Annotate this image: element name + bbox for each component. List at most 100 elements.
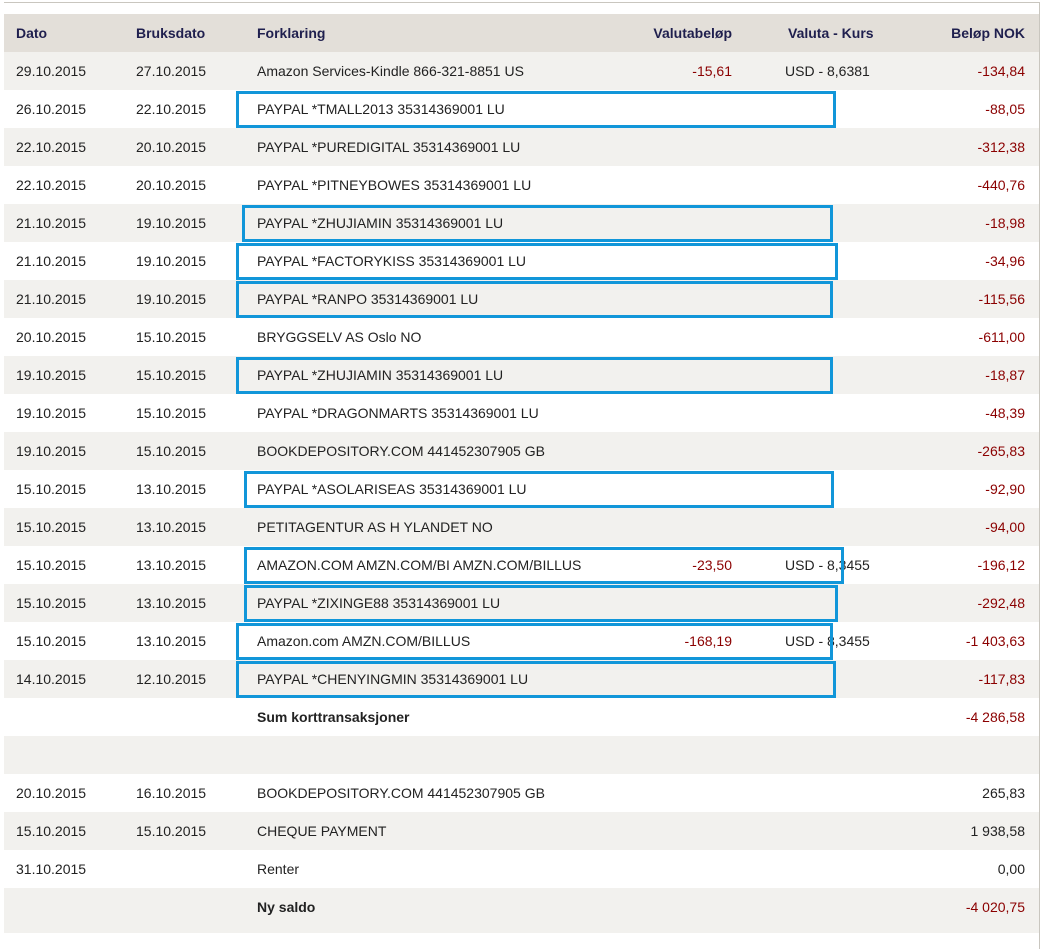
table-row: 19.10.2015 15.10.2015 PAYPAL *ZHUJIAMIN 35… — [4, 356, 1039, 394]
transaction-used-date: 20.10.2015 — [136, 139, 207, 155]
transaction-amount-nok: -1 403,63 — [965, 633, 1025, 649]
transaction-date: 22.10.2015 — [16, 139, 87, 155]
table-row: 26.10.2015 22.10.2015 PAYPAL *TMALL2013 35… — [4, 90, 1039, 128]
transaction-description: PAYPAL *PITNEYBOWES 35314369001 LU — [257, 177, 532, 193]
transaction-used-date: 15.10.2015 — [136, 405, 207, 421]
transaction-date: 20.10.2015 — [16, 785, 87, 801]
transaction-date: 26.10.2015 — [16, 101, 87, 117]
transaction-used-date: 15.10.2015 — [136, 823, 207, 839]
transaction-used-date: 13.10.2015 — [136, 481, 207, 497]
transaction-amount-nok: 0,00 — [997, 861, 1025, 877]
balance-label: Ny saldo — [257, 899, 316, 915]
transaction-amount-nok: -440,76 — [977, 177, 1025, 193]
transaction-table: Dato Bruksdato Forklaring Valutabeløp Va… — [4, 2, 1040, 949]
table-row: 20.10.2015 16.10.2015 BOOKDEPOSITORY.COM 4… — [4, 774, 1039, 812]
transaction-currency-rate: USD - 8,6381 — [785, 63, 870, 79]
transaction-description: BOOKDEPOSITORY.COM 441452307905 GB — [257, 443, 545, 459]
transaction-used-date: 15.10.2015 — [136, 367, 207, 383]
table-row: 15.10.2015 13.10.2015 PETITAGENTUR AS H YL… — [4, 508, 1039, 546]
transaction-used-date: 15.10.2015 — [136, 329, 207, 345]
transaction-used-date: 22.10.2015 — [136, 101, 207, 117]
transaction-description: BOOKDEPOSITORY.COM 441452307905 GB — [257, 785, 545, 801]
transaction-used-date: 12.10.2015 — [136, 671, 207, 687]
table-row: 19.10.2015 15.10.2015 PAYPAL *DRAGONMARTS … — [4, 394, 1039, 432]
transaction-date: 29.10.2015 — [16, 63, 87, 79]
table-row: 15.10.2015 15.10.2015 CHEQUE PAYMENT 1 938,… — [4, 812, 1039, 850]
transaction-description: BRYGGSELV AS Oslo NO — [257, 329, 422, 345]
transaction-description: PAYPAL *ZHUJIAMIN 35314369001 LU — [257, 367, 504, 383]
table-row: 14.10.2015 12.10.2015 PAYPAL *CHENYINGMIN … — [4, 660, 1039, 698]
transaction-currency-rate: USD - 8,3455 — [785, 557, 870, 573]
transaction-date: 15.10.2015 — [16, 557, 87, 573]
transaction-amount-nok: -115,56 — [978, 291, 1025, 307]
transaction-description: PAYPAL *TMALL2013 35314369001 LU — [257, 101, 505, 117]
header-used-date: Bruksdato — [136, 25, 206, 41]
transaction-used-date: 19.10.2015 — [136, 253, 207, 269]
transaction-date: 31.10.2015 — [16, 861, 87, 877]
transaction-date: 14.10.2015 — [16, 671, 87, 687]
table-row: 15.10.2015 13.10.2015 PAYPAL *ASOLARISEAS … — [4, 470, 1039, 508]
transaction-used-date: 15.10.2015 — [136, 443, 207, 459]
transaction-date: 21.10.2015 — [16, 291, 87, 307]
transaction-amount-nok: -292,48 — [977, 595, 1025, 611]
transaction-description: PAYPAL *DRAGONMARTS 35314369001 LU — [257, 405, 539, 421]
table-row: 22.10.2015 20.10.2015 PAYPAL *PUREDIGITAL … — [4, 128, 1039, 166]
transaction-amount-nok: -18,87 — [985, 367, 1025, 383]
transaction-description: PAYPAL *ASOLARISEAS 35314369001 LU — [257, 481, 527, 497]
table-row: 21.10.2015 19.10.2015 PAYPAL *FACTORYKISS … — [4, 242, 1039, 280]
transaction-description: CHEQUE PAYMENT — [257, 823, 387, 839]
balance-row: Ny saldo -4 020,75 — [4, 888, 1039, 933]
transaction-amount-nok: 1 938,58 — [970, 823, 1026, 839]
transaction-description: PAYPAL *ZHUJIAMIN 35314369001 LU — [257, 215, 504, 231]
transaction-amount-nok: -117,83 — [978, 671, 1025, 687]
transaction-used-date: 27.10.2015 — [136, 63, 207, 79]
table-row: 19.10.2015 15.10.2015 BOOKDEPOSITORY.COM 4… — [4, 432, 1039, 470]
table-row: 20.10.2015 15.10.2015 BRYGGSELV AS Oslo NO… — [4, 318, 1039, 356]
transaction-description: PAYPAL *ZIXINGE88 35314369001 LU — [257, 595, 501, 611]
transaction-used-date: 13.10.2015 — [136, 557, 207, 573]
transaction-date: 15.10.2015 — [16, 633, 87, 649]
transaction-used-date: 19.10.2015 — [136, 215, 207, 231]
transaction-used-date: 16.10.2015 — [136, 785, 207, 801]
transaction-amount-nok: -196,12 — [977, 557, 1025, 573]
table-header: Dato Bruksdato Forklaring Valutabeløp Va… — [4, 14, 1039, 52]
transaction-amount-nok: -94,00 — [985, 519, 1025, 535]
transaction-date: 19.10.2015 — [16, 405, 87, 421]
transaction-amount-nok: -34,96 — [985, 253, 1025, 269]
header-date: Dato — [16, 25, 48, 41]
transaction-description: PAYPAL *FACTORYKISS 35314369001 LU — [257, 253, 527, 269]
transaction-date: 19.10.2015 — [16, 367, 87, 383]
transaction-date: 15.10.2015 — [16, 823, 87, 839]
transaction-amount-nok: -48,39 — [985, 405, 1025, 421]
transaction-used-date: 13.10.2015 — [136, 633, 207, 649]
table-row: 15.10.2015 13.10.2015 Amazon.com AMZN.COM/… — [4, 622, 1039, 660]
transaction-amount-nok: -265,83 — [977, 443, 1025, 459]
transaction-amount-nok: -92,90 — [985, 481, 1025, 497]
transaction-used-date: 20.10.2015 — [136, 177, 207, 193]
table-row: 31.10.2015 Renter 0,00 — [4, 850, 1039, 888]
transaction-date: 22.10.2015 — [16, 177, 87, 193]
balance-amount-nok: -4 020,75 — [965, 899, 1025, 915]
transaction-used-date: 19.10.2015 — [136, 291, 207, 307]
transaction-currency-rate: USD - 8,3455 — [785, 633, 870, 649]
transaction-date: 15.10.2015 — [16, 519, 87, 535]
transaction-description: Amazon.com AMZN.COM/BILLUS — [257, 633, 471, 649]
transaction-date: 21.10.2015 — [16, 253, 87, 269]
table-row: 29.10.2015 27.10.2015 Amazon Services-Kind… — [4, 52, 1039, 90]
table-row: 21.10.2015 19.10.2015 PAYPAL *RANPO 353143… — [4, 280, 1039, 318]
sum-label: Sum korttransaksjoner — [257, 709, 410, 725]
transaction-fx-amount: -23,50 — [692, 557, 732, 573]
transaction-date: 15.10.2015 — [16, 481, 87, 497]
sum-amount-nok: -4 286,58 — [965, 709, 1025, 725]
transaction-amount-nok: -88,05 — [985, 101, 1025, 117]
transaction-date: 20.10.2015 — [16, 329, 87, 345]
table-row: 21.10.2015 19.10.2015 PAYPAL *ZHUJIAMIN 35… — [4, 204, 1039, 242]
transaction-amount-nok: -134,84 — [977, 63, 1025, 79]
table-row: 15.10.2015 13.10.2015 AMAZON.COM AMZN.COM/… — [4, 546, 1039, 584]
spacer-row — [4, 736, 1039, 774]
transaction-date: 15.10.2015 — [16, 595, 87, 611]
transaction-date: 19.10.2015 — [16, 443, 87, 459]
transaction-description: PAYPAL *PUREDIGITAL 35314369001 LU — [257, 139, 521, 155]
transaction-date: 21.10.2015 — [16, 215, 87, 231]
transaction-description: AMAZON.COM AMZN.COM/BI AMZN.COM/BILLUS — [257, 557, 582, 573]
